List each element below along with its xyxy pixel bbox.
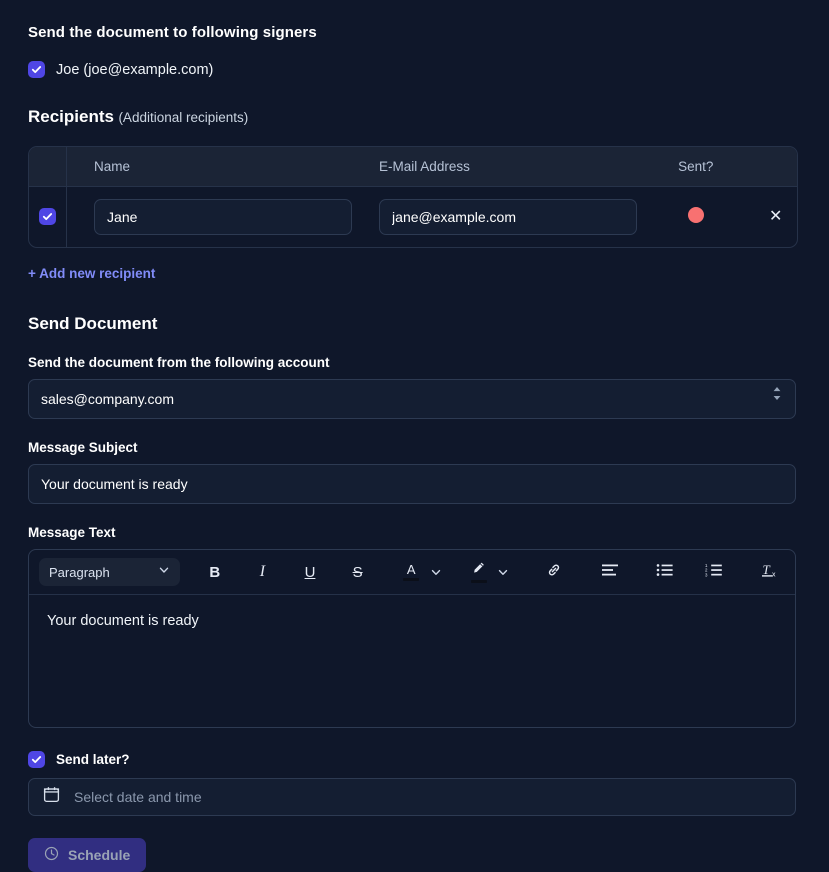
block-format-select[interactable]: Paragraph (39, 558, 180, 586)
column-header-name: Name (66, 147, 353, 187)
recipients-header: Recipients (Additional recipients) (28, 107, 801, 127)
bullet-list-icon (656, 563, 674, 581)
clock-icon (44, 846, 59, 864)
message-label: Message Text (28, 525, 116, 540)
account-field: Send the document from the following acc… (28, 355, 801, 419)
send-later-label: Send later? (56, 752, 130, 767)
svg-text:T: T (762, 562, 770, 577)
add-new-recipient-link[interactable]: + Add new recipient (28, 266, 155, 281)
send-document-title: Send Document (28, 314, 158, 333)
column-header-sent: Sent? (637, 147, 755, 187)
datetime-input[interactable] (72, 788, 781, 806)
recipient-checkbox[interactable] (39, 207, 57, 225)
text-color-swatch (403, 578, 420, 581)
text-color-button[interactable]: A (398, 558, 424, 586)
signer-label: Joe (joe@example.com) (56, 61, 214, 78)
pen-icon (471, 561, 486, 578)
row-email-cell (352, 187, 638, 248)
rich-text-editor: Paragraph B I U S A 1 2 3 T x Your docum… (28, 549, 796, 728)
signer-checkbox-row[interactable]: Joe (joe@example.com) (28, 61, 801, 78)
link-button[interactable] (539, 558, 569, 586)
italic-button[interactable]: I (248, 558, 278, 586)
signer-checkbox[interactable] (28, 61, 45, 78)
subject-field: Message Subject (28, 440, 801, 504)
chevron-down-icon (158, 563, 170, 581)
subject-label: Message Subject (28, 440, 138, 455)
account-select[interactable]: sales@company.com (28, 379, 796, 419)
send-document-form: Send the document to following signers J… (0, 0, 829, 872)
highlight-color-chevron-down-icon[interactable] (493, 558, 513, 586)
column-header-email: E-Mail Address (352, 147, 638, 187)
table-header-row: Name E-Mail Address Sent? (29, 147, 797, 187)
column-header-remove (754, 147, 797, 187)
highlight-color-swatch (470, 580, 487, 583)
recipients-subtitle: (Additional recipients) (118, 110, 249, 125)
highlight-color-button[interactable] (466, 558, 492, 586)
recipients-title: Recipients (28, 107, 114, 126)
sent-status-indicator (687, 206, 704, 223)
table-body: ✕ (29, 186, 798, 248)
row-sent-cell (637, 187, 754, 248)
calendar-icon (43, 786, 60, 808)
text-color-a-icon: A (406, 562, 416, 577)
datetime-picker[interactable] (28, 778, 796, 816)
recipient-email-input[interactable] (379, 199, 638, 235)
remove-recipient-button[interactable]: ✕ (769, 209, 782, 225)
send-later-row[interactable]: Send later? (28, 751, 801, 768)
align-left-icon (601, 563, 619, 581)
editor-toolbar: Paragraph B I U S A 1 2 3 T x (29, 550, 795, 595)
bold-button[interactable]: B (200, 558, 230, 586)
align-left-button[interactable] (595, 558, 625, 586)
link-icon (545, 561, 563, 583)
strikethrough-button[interactable]: S (343, 558, 373, 586)
send-later-checkbox[interactable] (28, 751, 45, 768)
message-body-editable[interactable]: Your document is ready (29, 595, 795, 727)
signers-heading: Send the document to following signers (28, 24, 317, 41)
clear-formatting-icon: T x (761, 562, 780, 582)
recipients-table: Name E-Mail Address Sent? Jane jane@exam… (29, 147, 797, 247)
subject-input[interactable] (28, 464, 796, 504)
bullet-list-button[interactable] (650, 558, 680, 586)
svg-text:x: x (772, 571, 776, 578)
row-name-cell (67, 187, 353, 248)
message-field: Message Text Paragraph B I U S A 1 2 3 T… (28, 525, 801, 728)
column-header-select (29, 147, 68, 187)
text-color-chevron-down-icon[interactable] (426, 558, 446, 586)
account-select-wrapper: sales@company.com (28, 370, 796, 419)
table-header: Name E-Mail Address Sent? (29, 147, 797, 187)
row-select-cell (29, 186, 68, 247)
recipients-table-wrapper: Name E-Mail Address Sent? Jane jane@exam… (28, 146, 798, 248)
account-label: Send the document from the following acc… (28, 355, 330, 370)
clear-formatting-button[interactable]: T x (755, 558, 785, 586)
underline-button[interactable]: U (295, 558, 325, 586)
table-row: ✕ (29, 186, 798, 248)
row-remove-cell: ✕ (755, 187, 798, 248)
schedule-button[interactable]: Schedule (28, 838, 147, 872)
schedule-button-label: Schedule (68, 847, 131, 863)
ordered-list-button[interactable]: 1 2 3 (700, 558, 730, 586)
ordered-list-icon: 1 2 3 (705, 563, 724, 581)
recipient-name-input[interactable] (94, 199, 353, 235)
svg-text:3: 3 (705, 572, 708, 577)
block-format-value: Paragraph (49, 564, 110, 580)
